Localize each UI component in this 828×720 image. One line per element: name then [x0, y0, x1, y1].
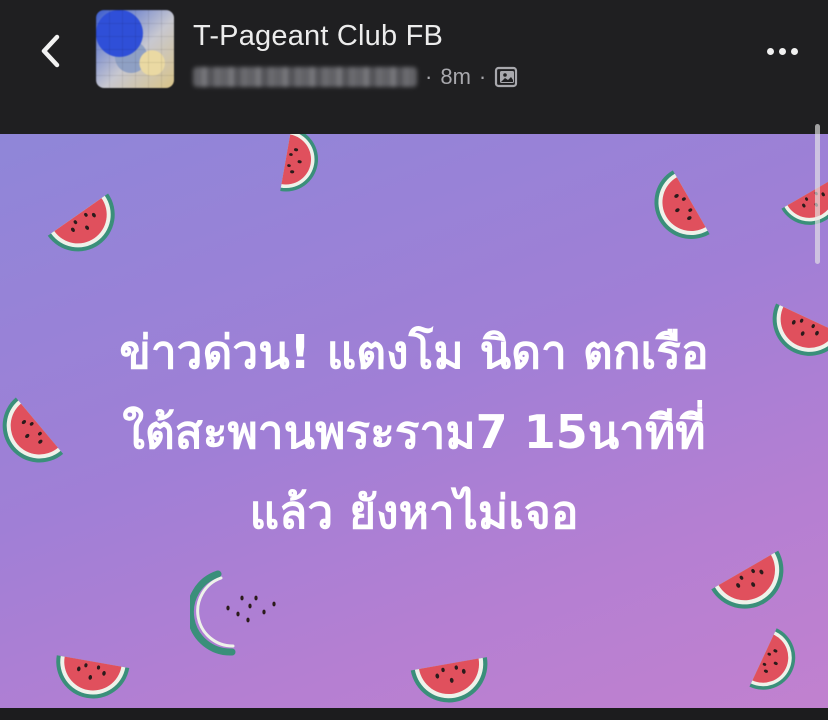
meta-separator-2: · — [478, 64, 487, 89]
post-meta: · 8m · — [193, 62, 518, 92]
avatar[interactable] — [96, 10, 174, 88]
post-header: T-Pageant Club FB · 8m · — [0, 0, 828, 134]
scrollbar[interactable] — [815, 124, 820, 264]
post-message-line: แล้ว ยังหาไม่เจอ — [249, 485, 579, 539]
watermelon-slice-icon — [776, 169, 828, 242]
post-message-line: ใต้สะพานพระราม7 15นาทีที่ — [122, 405, 706, 459]
post-message: ข่าวด่วน! แตงโม นิดา ตกเรือ ใต้สะพานพระร… — [0, 312, 828, 552]
more-options-button[interactable] — [760, 36, 804, 66]
photo-album-icon — [495, 66, 518, 88]
more-horizontal-icon-dot — [778, 47, 786, 55]
watermelon-slice-icon — [41, 186, 135, 273]
post-image[interactable]: ข่าวด่วน! แตงโม นิดา ตกเรือ ใต้สะพานพระร… — [0, 134, 828, 708]
more-horizontal-icon-dot — [790, 47, 798, 55]
bottom-edge — [0, 708, 828, 720]
post-time[interactable]: 8m — [440, 64, 471, 90]
page-name[interactable]: T-Pageant Club FB — [193, 20, 443, 53]
back-button[interactable] — [28, 26, 72, 76]
more-horizontal-icon-dot — [766, 47, 774, 55]
avatar-pixelation — [96, 10, 174, 88]
post-message-line: ข่าวด่วน! แตงโม นิดา ตกเรือ — [119, 325, 709, 379]
blurred-author-name — [193, 67, 417, 87]
watermelon-slice-icon — [406, 649, 498, 708]
watermelon-slice-icon — [273, 134, 328, 200]
meta-separator: · — [425, 64, 433, 89]
watermelon-slice-icon — [46, 647, 133, 708]
watermelon-slice-icon — [634, 164, 717, 258]
watermelon-slice-icon — [705, 542, 804, 629]
chevron-left-icon — [41, 34, 60, 68]
watermelon-slice-icon — [742, 623, 811, 705]
watermelon-rind-icon — [190, 570, 276, 656]
